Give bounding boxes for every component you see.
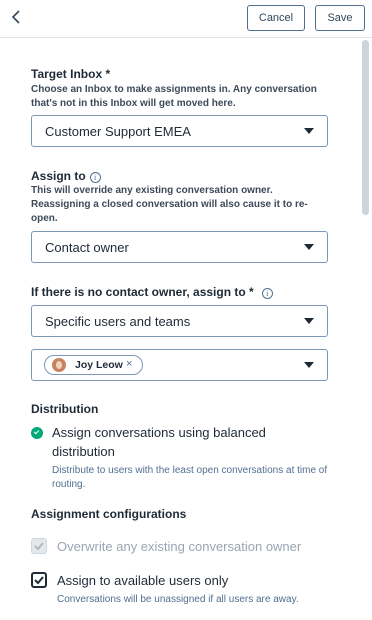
overwrite-label: Overwrite any existing conversation owne… xyxy=(57,539,302,554)
caret-down-icon xyxy=(304,244,314,250)
info-icon[interactable]: i xyxy=(261,288,273,299)
assignment-configurations-label: Assignment configurations xyxy=(31,507,187,521)
back-chevron-icon[interactable] xyxy=(8,7,26,27)
scrollbar-thumb[interactable] xyxy=(362,40,369,215)
target-inbox-label: Target Inbox * xyxy=(31,67,111,81)
assign-to-label: Assign to xyxy=(31,169,86,183)
fallback-value: Specific users and teams xyxy=(45,314,191,329)
user-tag: Joy Leow × xyxy=(44,355,143,375)
available-users-checkbox[interactable] xyxy=(31,572,47,588)
distribution-label: Distribution xyxy=(31,402,99,416)
caret-down-icon xyxy=(304,318,314,324)
assign-to-description: This will override any existing conversa… xyxy=(31,185,308,224)
target-inbox-description: Choose an Inbox to make assignments in. … xyxy=(31,84,317,109)
overwrite-checkbox[interactable] xyxy=(31,538,47,554)
user-tag-name: Joy Leow xyxy=(75,359,123,371)
assign-to-heading: Assign to i xyxy=(31,169,101,183)
cancel-button[interactable]: Cancel xyxy=(247,5,305,31)
top-toolbar: Cancel Save xyxy=(0,0,372,38)
fallback-label: If there is no contact owner, assign to … xyxy=(31,285,254,299)
save-button[interactable]: Save xyxy=(315,5,365,31)
fallback-select[interactable]: Specific users and teams xyxy=(31,305,328,337)
assign-to-select[interactable]: Contact owner xyxy=(31,231,328,263)
distribution-option-description: Distribute to users with the least open … xyxy=(52,465,328,490)
available-users-description: Conversations will be unassigned if all … xyxy=(57,594,299,605)
distribution-option-label[interactable]: Assign conversations using balanced dist… xyxy=(52,423,312,461)
fallback-heading: If there is no contact owner, assign to … xyxy=(31,285,273,299)
caret-down-icon xyxy=(304,128,314,134)
target-inbox-value: Customer Support EMEA xyxy=(45,124,191,139)
avatar xyxy=(52,358,66,372)
check-circle-icon[interactable] xyxy=(31,427,43,439)
caret-down-icon xyxy=(304,362,314,368)
info-icon[interactable]: i xyxy=(89,172,101,183)
available-users-label: Assign to available users only xyxy=(57,573,229,588)
target-inbox-select[interactable]: Customer Support EMEA xyxy=(31,115,328,147)
remove-tag-icon[interactable]: × xyxy=(126,358,132,370)
assign-to-value: Contact owner xyxy=(45,240,129,255)
